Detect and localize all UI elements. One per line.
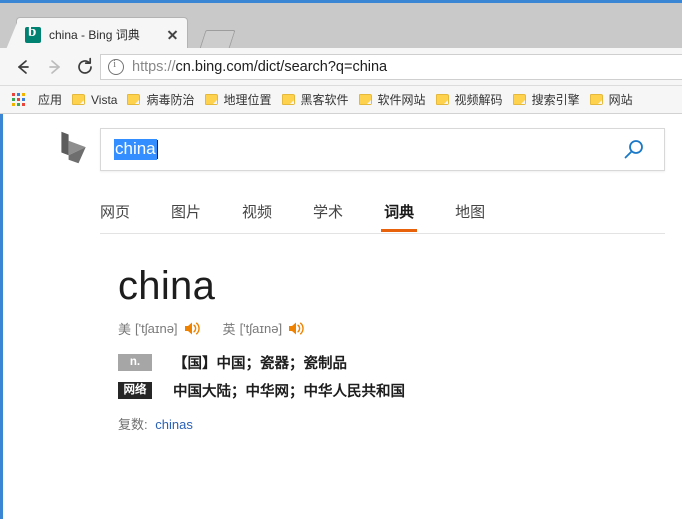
bookmark-label: 地理位置 <box>223 93 272 107</box>
pronunciation-ipa: ['tʃaɪnə] <box>239 321 283 336</box>
folder-icon <box>589 94 603 105</box>
folder-icon <box>358 94 372 105</box>
definition-row: n. 【国】中国；瓷器；瓷制品 <box>118 352 638 373</box>
folder-icon <box>435 94 449 105</box>
close-tab-icon[interactable] <box>163 26 181 44</box>
pronunciation-lang: 美 <box>118 322 132 337</box>
bookmark-label: 应用 <box>38 93 63 107</box>
browser-window: china - Bing 词典 h <box>0 0 682 519</box>
reload-icon[interactable] <box>74 56 96 78</box>
folder-icon <box>127 94 141 105</box>
bookmark-item-search-engine[interactable]: 搜索引擎 <box>508 89 585 111</box>
forward-icon[interactable] <box>44 56 66 78</box>
bookmark-apps[interactable]: 应用 <box>26 89 67 111</box>
plural-link[interactable]: chinas <box>155 417 193 432</box>
page-info-icon[interactable] <box>108 59 124 75</box>
site-nav-tabs: 网页 图片 视频 学术 词典 地图 <box>100 197 665 234</box>
folder-icon <box>72 94 86 105</box>
part-of-speech-badge: n. <box>118 354 152 371</box>
tab-strip: china - Bing 词典 <box>0 6 682 52</box>
headword: china <box>118 264 216 308</box>
plural-form-row: 复数: chinas <box>118 414 638 433</box>
bookmark-label: 病毒防治 <box>146 93 195 107</box>
back-icon[interactable] <box>12 56 34 78</box>
definition-text: 中国大陆；中华网；中华人民共和国 <box>173 384 405 400</box>
search-input[interactable]: china <box>100 128 665 171</box>
tab-images[interactable]: 图片 <box>171 197 201 231</box>
folder-icon <box>281 94 295 105</box>
definitions-list: n. 【国】中国；瓷器；瓷制品 网络 中国大陆；中华网；中华人民共和国 <box>118 352 638 401</box>
definition-text: 【国】中国；瓷器；瓷制品 <box>173 356 347 372</box>
pronunciation-us: 美 ['tʃaɪnə] <box>118 319 201 338</box>
bookmark-label: 黑客软件 <box>300 93 349 107</box>
bookmark-item-websites[interactable]: 网站 <box>585 89 638 111</box>
bookmark-item-geo[interactable]: 地理位置 <box>200 89 277 111</box>
plural-label: 复数: <box>118 417 148 432</box>
text-caret <box>156 140 158 159</box>
url-rest: cn.bing.com/dict/search?q=china <box>175 59 388 75</box>
part-of-speech-badge: 网络 <box>118 382 152 399</box>
bookmark-label: 网站 <box>608 93 633 107</box>
definition-row: 网络 中国大陆；中华网；中华人民共和国 <box>118 380 638 401</box>
viewport-left-edge <box>0 114 3 519</box>
tab-videos[interactable]: 视频 <box>242 197 272 231</box>
pronunciation-lang: 英 <box>222 322 236 337</box>
bookmark-label: 视频解码 <box>454 93 503 107</box>
bookmark-label: 软件网站 <box>377 93 426 107</box>
bookmark-label: 搜索引擎 <box>531 93 580 107</box>
browser-tab-title: china - Bing 词典 <box>49 28 140 42</box>
speaker-icon[interactable] <box>184 321 201 336</box>
search-input-value: china <box>114 138 157 161</box>
folder-icon <box>204 94 218 105</box>
browser-tab[interactable]: china - Bing 词典 <box>5 17 188 52</box>
pronunciation-uk: 英 ['tʃaɪnə] <box>223 319 306 338</box>
tab-web[interactable]: 网页 <box>100 197 130 231</box>
bookmark-item-antivirus[interactable]: 病毒防治 <box>122 89 199 111</box>
pronunciation-row: 美 ['tʃaɪnə] 英 ['tʃaɪnə] <box>118 319 638 338</box>
page-viewport: china 网页 图片 视频 学术 词典 地图 china 美 ['tʃaɪnə… <box>0 114 682 519</box>
url-scheme: https:// <box>132 59 176 75</box>
dictionary-entry: china 美 ['tʃaɪnə] 英 ['tʃaɪnə] n. 【国】中国；瓷… <box>118 266 638 433</box>
folder-icon <box>512 94 526 105</box>
bookmark-label: Vista <box>91 92 118 107</box>
bookmark-item-software[interactable]: 软件网站 <box>354 89 431 111</box>
speaker-icon[interactable] <box>288 321 305 336</box>
bookmark-item-video-codec[interactable]: 视频解码 <box>431 89 508 111</box>
pronunciation-ipa: ['tʃaɪnə] <box>135 321 178 336</box>
bing-favicon-icon <box>25 24 41 43</box>
tab-maps[interactable]: 地图 <box>455 197 485 231</box>
window-titlebar: china - Bing 词典 <box>0 0 682 52</box>
tab-dictionary[interactable]: 词典 <box>381 197 418 232</box>
search-icon[interactable] <box>622 138 646 162</box>
browser-toolbar: https://cn.bing.com/dict/search?q=china <box>0 48 682 86</box>
apps-grid-icon[interactable] <box>12 92 26 107</box>
bookmarks-bar: 应用 Vista 病毒防治 地理位置 黑客软件 软件网站 视频解码 搜索引擎 网… <box>0 86 682 114</box>
bing-logo-icon <box>61 131 86 164</box>
bing-logo[interactable] <box>57 130 91 166</box>
address-bar-url: https://cn.bing.com/dict/search?q=china <box>132 59 387 75</box>
tab-academic[interactable]: 学术 <box>313 197 343 231</box>
bookmark-item-vista[interactable]: Vista <box>67 89 122 111</box>
address-bar[interactable]: https://cn.bing.com/dict/search?q=china <box>100 54 682 80</box>
bookmark-item-hacker[interactable]: 黑客软件 <box>277 89 354 111</box>
